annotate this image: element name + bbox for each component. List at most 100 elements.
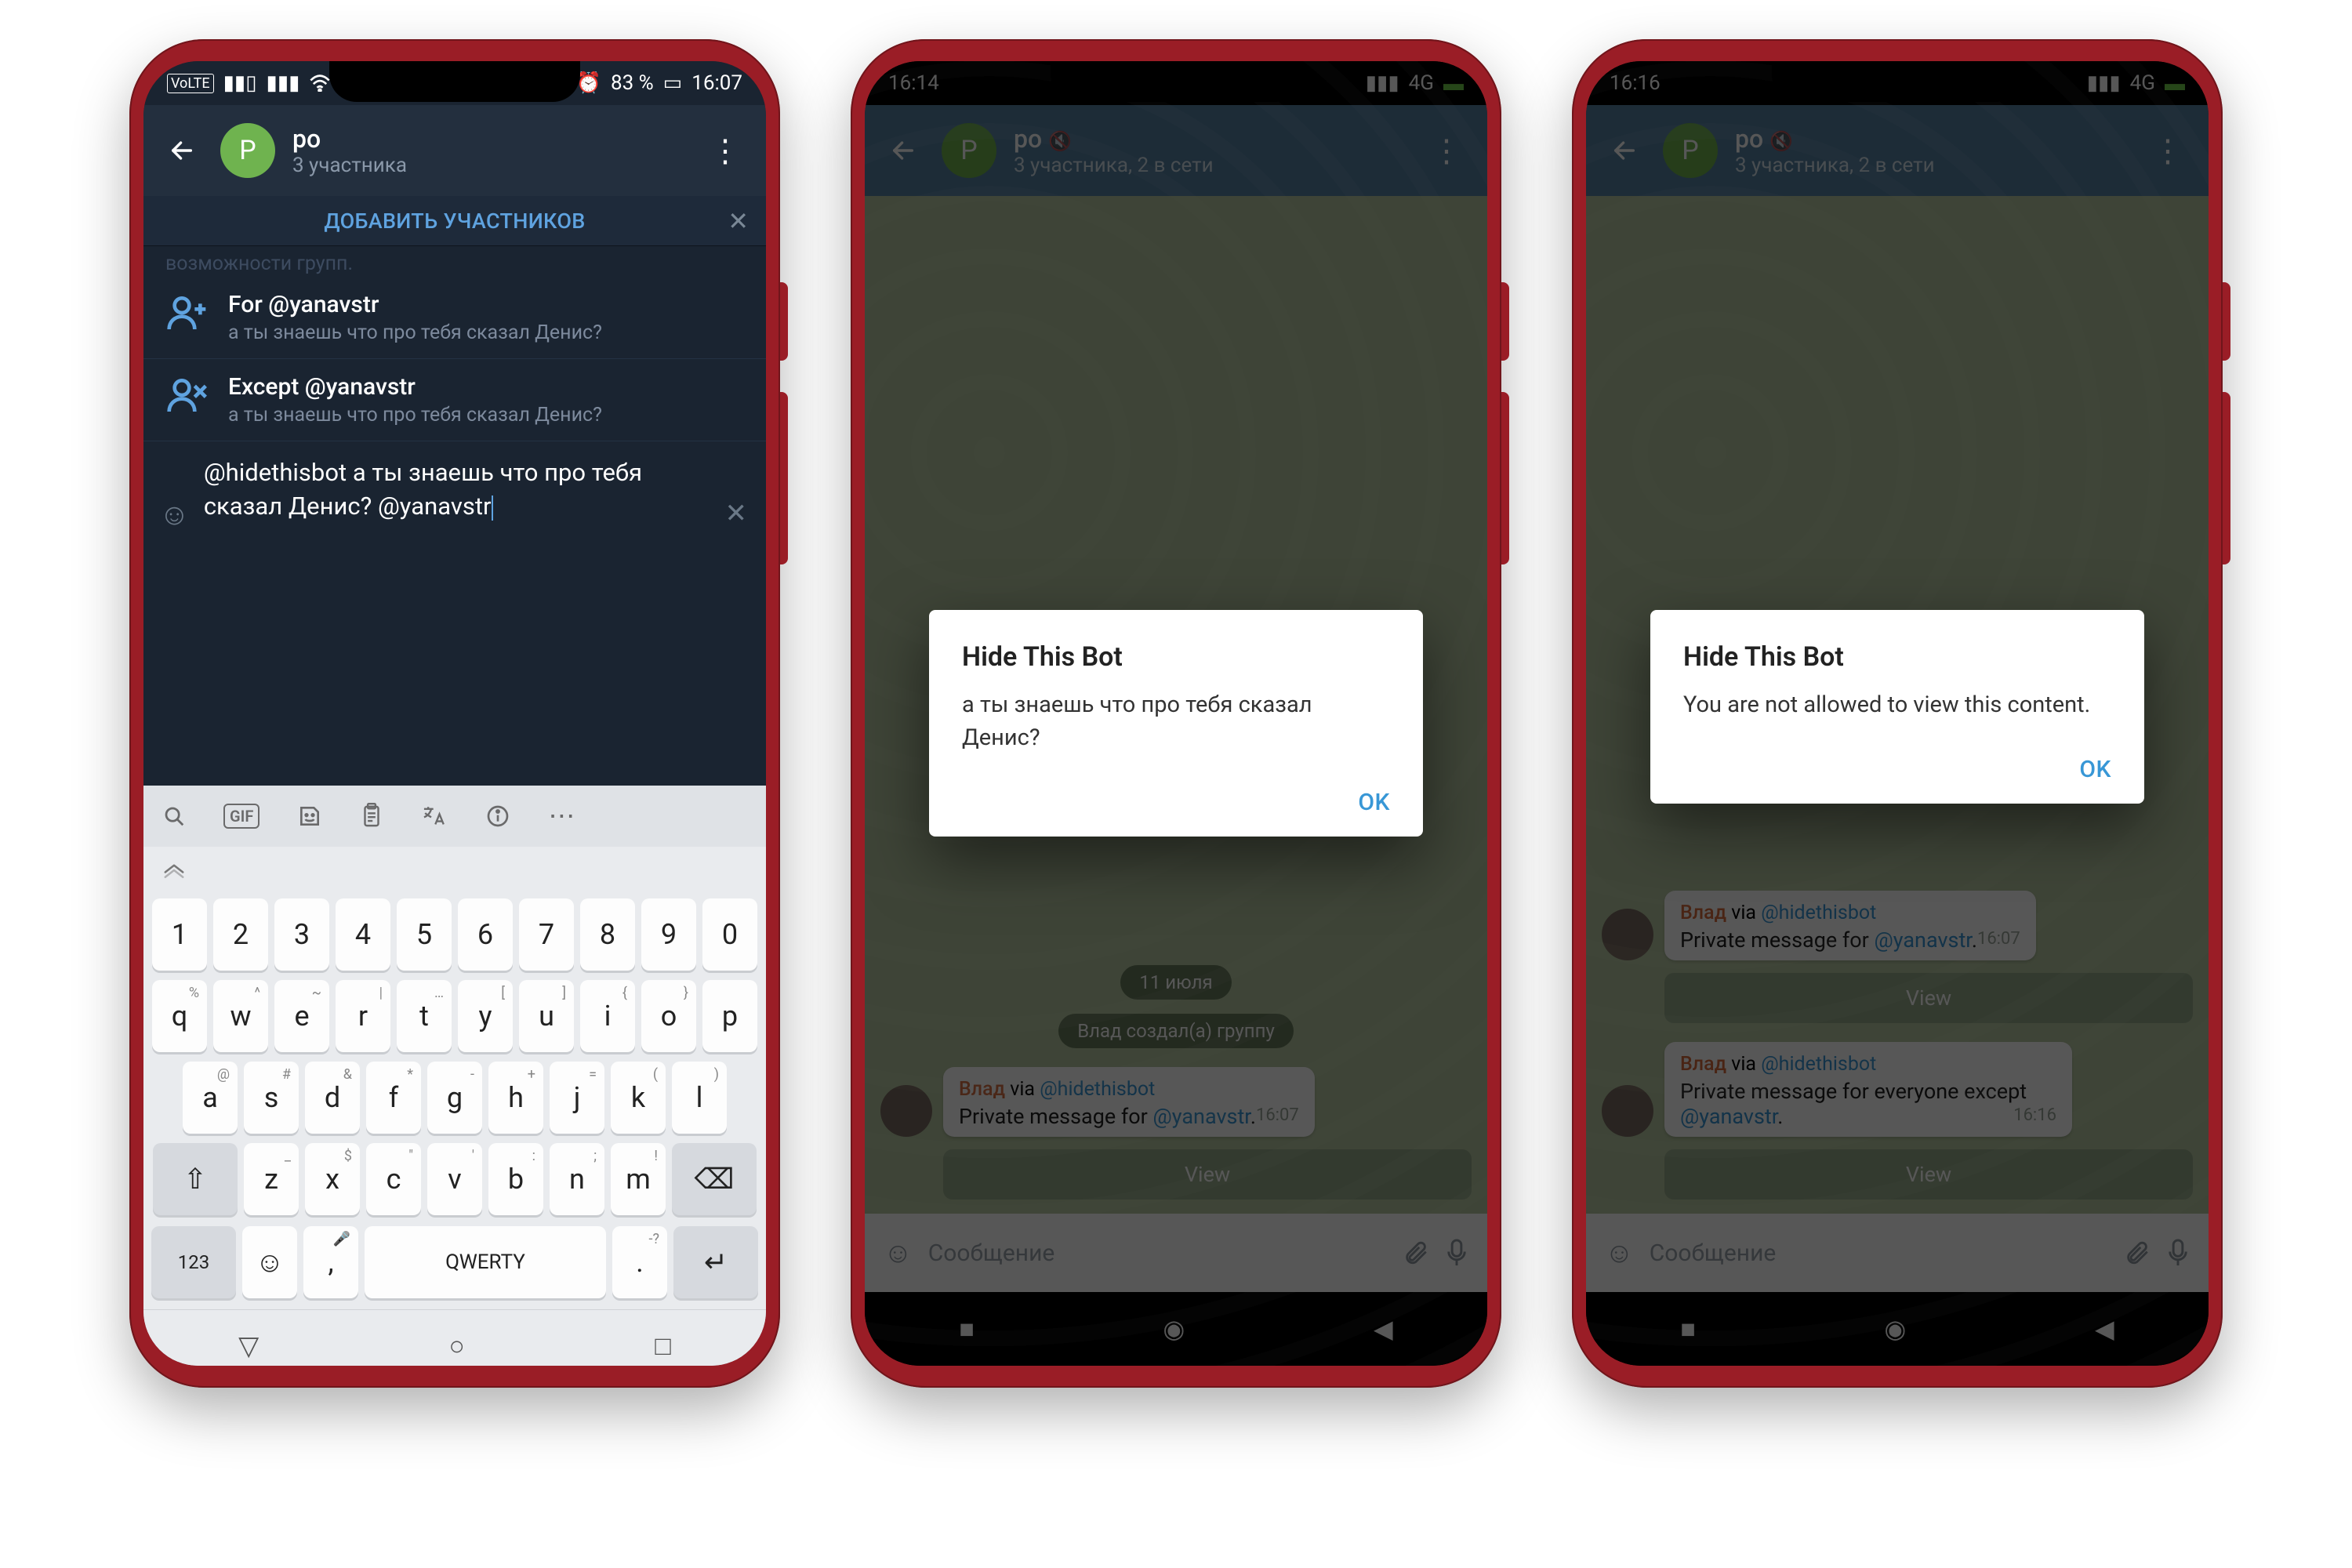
- chat-title: po: [292, 124, 407, 154]
- key-3[interactable]: 3: [274, 898, 329, 971]
- nav-recent-icon[interactable]: □: [655, 1330, 671, 1362]
- key-c[interactable]: "c: [366, 1143, 421, 1215]
- wifi-icon: [309, 74, 331, 92]
- key-e[interactable]: ~e: [274, 980, 329, 1052]
- menu-dots-icon[interactable]: ⋮: [702, 125, 749, 177]
- key-b[interactable]: :b: [488, 1143, 543, 1215]
- user-x-icon: [165, 373, 209, 417]
- inline-suggestion-except[interactable]: Except @yanavstr а ты знаешь что про теб…: [143, 359, 766, 441]
- keyboard: GIF ⋯ 1234567890%q^w~e|r…t[y]u{i}op@a#s&: [143, 786, 766, 1366]
- input-text: @hidethisbot а ты знаешь что про тебя ск…: [204, 458, 642, 521]
- key-123[interactable]: 123: [151, 1226, 236, 1298]
- banner-text: ДОБАВИТЬ УЧАСТНИКОВ: [324, 209, 585, 234]
- message-input[interactable]: @hidethisbot а ты знаешь что про тебя ск…: [204, 456, 711, 524]
- key-5[interactable]: 5: [397, 898, 452, 971]
- key-u[interactable]: ]u: [519, 980, 574, 1052]
- phone-3: 16:16 ▮▮▮ 4G ▬ P po 🔇 3 участника, 2 в с…: [1572, 39, 2223, 1388]
- inline-suggestion-for[interactable]: For @yanavstr а ты знаешь что про тебя с…: [143, 277, 766, 359]
- status-time: 16:07: [691, 71, 742, 95]
- suggestion-title: Except @yanavstr: [228, 373, 602, 401]
- key-w[interactable]: ^w: [213, 980, 268, 1052]
- keyboard-toolbar: GIF ⋯: [143, 786, 766, 847]
- android-navbar: ▽ ○ □: [143, 1309, 766, 1366]
- dialog-ok-button[interactable]: OK: [962, 789, 1390, 816]
- dialog-body: You are not allowed to view this content…: [1683, 688, 2111, 721]
- chat-subtitle: 3 участника: [292, 154, 407, 177]
- key-p[interactable]: p: [702, 980, 757, 1052]
- key-k[interactable]: (k: [611, 1062, 666, 1134]
- key-v[interactable]: 'v: [427, 1143, 482, 1215]
- key-2[interactable]: 2: [213, 898, 268, 971]
- key-i[interactable]: {i: [580, 980, 635, 1052]
- key-t[interactable]: …t: [397, 980, 452, 1052]
- key-shift[interactable]: ⇧: [153, 1143, 238, 1215]
- key-o[interactable]: }o: [641, 980, 696, 1052]
- key-9[interactable]: 9: [641, 898, 696, 971]
- screen-2: 16:14 ▮▮▮ 4G ▬ P po 🔇 3 участника, 2 в с…: [865, 61, 1487, 1366]
- sticker-icon[interactable]: [297, 804, 322, 829]
- phone-1: VoLTE ▮▮▯ ▮▮▮ ⏰ 83 % ▭ 16:07 P po 3: [129, 39, 780, 1388]
- avatar-letter: P: [239, 135, 256, 166]
- previous-hint: возможности групп.: [143, 246, 766, 277]
- dialog-title: Hide This Bot: [962, 641, 1390, 673]
- clipboard-icon[interactable]: [360, 803, 383, 829]
- key-8[interactable]: 8: [580, 898, 635, 971]
- keyboard-collapse[interactable]: [143, 847, 766, 894]
- key-y[interactable]: [y: [458, 980, 513, 1052]
- emoji-icon[interactable]: ☺: [159, 498, 190, 532]
- keyboard-rows: 1234567890%q^w~e|r…t[y]u{i}op@a#s&d*f-g+…: [143, 894, 766, 1309]
- key-1[interactable]: 1: [152, 898, 207, 971]
- key-space[interactable]: QWERTY: [365, 1226, 606, 1298]
- dialog-ok-button[interactable]: OK: [1683, 756, 2111, 783]
- close-icon[interactable]: ✕: [728, 206, 749, 236]
- suggestion-title: For @yanavstr: [228, 291, 602, 318]
- volte-icon: VoLTE: [167, 74, 214, 93]
- key-comma[interactable]: 🎤,: [303, 1226, 358, 1298]
- gif-icon[interactable]: GIF: [223, 804, 260, 829]
- add-members-banner[interactable]: ДОБАВИТЬ УЧАСТНИКОВ ✕: [143, 196, 766, 246]
- more-icon[interactable]: ⋯: [548, 800, 575, 832]
- info-icon[interactable]: [485, 804, 510, 829]
- nav-home-icon[interactable]: ○: [449, 1330, 466, 1362]
- key-m[interactable]: !m: [611, 1143, 666, 1215]
- notch: [1772, 61, 2023, 102]
- key-period[interactable]: -?.: [612, 1226, 667, 1298]
- key-g[interactable]: -g: [427, 1062, 482, 1134]
- key-emoji[interactable]: ☺: [242, 1226, 297, 1298]
- key-x[interactable]: $x: [305, 1143, 360, 1215]
- text-cursor: [492, 495, 493, 521]
- key-n[interactable]: ;n: [550, 1143, 604, 1215]
- key-z[interactable]: _z: [244, 1143, 299, 1215]
- nav-back-icon[interactable]: ▽: [238, 1330, 259, 1362]
- chat-avatar[interactable]: P: [220, 123, 275, 178]
- key-a[interactable]: @a: [183, 1062, 238, 1134]
- key-l[interactable]: )l: [672, 1062, 727, 1134]
- key-f[interactable]: *f: [366, 1062, 421, 1134]
- back-arrow-icon[interactable]: [161, 129, 203, 172]
- screen-1: VoLTE ▮▮▯ ▮▮▮ ⏰ 83 % ▭ 16:07 P po 3: [143, 61, 766, 1366]
- key-enter[interactable]: ↵: [673, 1226, 758, 1298]
- phone-2: 16:14 ▮▮▮ 4G ▬ P po 🔇 3 участника, 2 в с…: [851, 39, 1501, 1388]
- key-0[interactable]: 0: [702, 898, 757, 971]
- battery-icon: ▭: [663, 71, 683, 95]
- header-titles[interactable]: po 3 участника: [292, 124, 407, 177]
- message-input-row: ☺ @hidethisbot а ты знаешь что про тебя …: [143, 441, 766, 546]
- dialog-body: а ты знаешь что про тебя сказал Денис?: [962, 688, 1390, 754]
- chat-header: P po 3 участника ⋮: [143, 105, 766, 196]
- key-4[interactable]: 4: [336, 898, 390, 971]
- key-backspace[interactable]: ⌫: [672, 1143, 757, 1215]
- key-7[interactable]: 7: [519, 898, 574, 971]
- key-r[interactable]: |r: [336, 980, 390, 1052]
- key-6[interactable]: 6: [458, 898, 513, 971]
- key-q[interactable]: %q: [152, 980, 207, 1052]
- user-plus-icon: [165, 291, 209, 335]
- key-d[interactable]: &d: [305, 1062, 360, 1134]
- suggestion-sub: а ты знаешь что про тебя сказал Денис?: [228, 321, 602, 344]
- clear-icon[interactable]: ✕: [725, 498, 748, 529]
- key-h[interactable]: +h: [488, 1062, 543, 1134]
- key-j[interactable]: =j: [550, 1062, 604, 1134]
- translate-icon[interactable]: [421, 804, 448, 829]
- key-s[interactable]: #s: [244, 1062, 299, 1134]
- search-icon[interactable]: [162, 804, 186, 828]
- signal-icon-2: ▮▮▮: [267, 71, 300, 95]
